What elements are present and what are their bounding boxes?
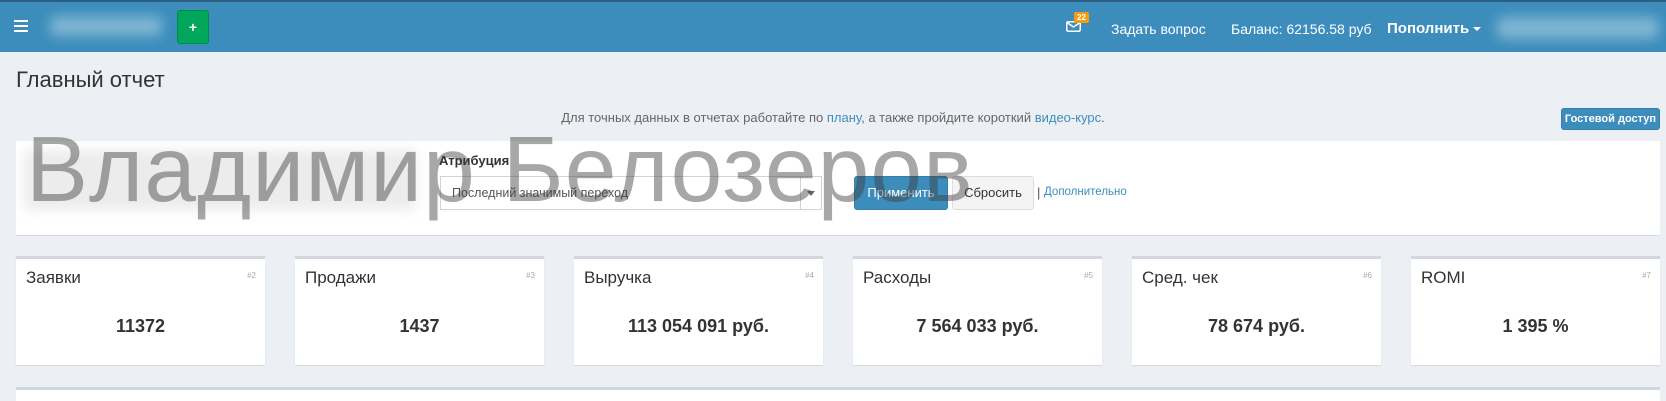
plan-link[interactable]: плану <box>827 110 861 125</box>
card-value: 1 395 % <box>1502 316 1569 336</box>
card-title: Сред. чек <box>1142 268 1218 287</box>
ask-question-link[interactable]: Задать вопрос <box>1111 21 1206 37</box>
caret-down-icon <box>1473 27 1482 32</box>
card-title: Заявки <box>26 268 81 287</box>
stat-card-average-check: Сред. чек #6 78 674 руб. <box>1132 256 1381 365</box>
page-title: Главный отчет <box>16 67 165 92</box>
separator: | <box>1037 185 1041 200</box>
card-title: Продажи <box>305 268 376 287</box>
card-value: 78 674 руб. <box>1208 316 1305 336</box>
card-number: #3 <box>526 271 535 280</box>
card-value: 11372 <box>115 316 166 336</box>
card-number: #4 <box>805 271 814 280</box>
stat-card-expenses: Расходы #5 7 564 033 руб. <box>853 256 1102 365</box>
card-number: #2 <box>247 271 256 280</box>
card-value: 1437 <box>399 316 440 336</box>
date-filter-blurred[interactable] <box>24 150 416 210</box>
stat-card-requests: Заявки #2 11372 <box>16 256 265 365</box>
card-title: Расходы <box>863 268 932 287</box>
user-menu-blurred[interactable] <box>1497 17 1659 39</box>
card-title: Выручка <box>584 268 652 287</box>
info-text-1: Для точных данных в отчетах работайте по <box>561 110 827 125</box>
card-number: #6 <box>1363 271 1372 280</box>
guest-access-button[interactable]: Гостевой доступ <box>1561 108 1660 130</box>
balance-label: Баланс: 62156.58 руб <box>1231 21 1372 37</box>
info-text-3: . <box>1101 110 1105 125</box>
video-course-link[interactable]: видео-курс <box>1035 110 1101 125</box>
attribution-select[interactable]: Последний значимый переход <box>440 176 822 210</box>
logo-blurred <box>50 16 162 36</box>
reset-button[interactable]: Сбросить <box>952 176 1034 210</box>
card-value: 113 054 091 руб. <box>628 316 769 336</box>
stat-card-romi: ROMI #7 1 395 % <box>1411 256 1660 365</box>
card-value: 7 564 033 руб. <box>916 316 1039 336</box>
topup-label: Пополнить <box>1387 20 1470 37</box>
menu-icon[interactable] <box>14 20 28 32</box>
apply-button[interactable]: Применить <box>854 176 948 210</box>
chevron-down-icon[interactable] <box>800 177 821 209</box>
card-number: #5 <box>1084 271 1093 280</box>
info-text-2: , а также пройдите короткий <box>861 110 1035 125</box>
topup-dropdown[interactable]: Пополнить <box>1387 20 1482 37</box>
attribution-value: Последний значимый переход <box>452 186 629 200</box>
info-message: Для точных данных в отчетах работайте по… <box>0 110 1666 125</box>
card-number: #7 <box>1642 271 1651 280</box>
attribution-label: Атрибуция <box>439 153 510 168</box>
stat-card-sales: Продажи #3 1437 <box>295 256 544 365</box>
top-navbar: + 22 Задать вопрос Баланс: 62156.58 руб … <box>0 0 1666 52</box>
next-panel-edge <box>16 387 1660 401</box>
more-options-link[interactable]: Дополнительно <box>1044 186 1127 198</box>
stat-card-revenue: Выручка #4 113 054 091 руб. <box>574 256 823 365</box>
card-title: ROMI <box>1421 268 1466 287</box>
notification-badge: 22 <box>1074 12 1089 23</box>
add-button[interactable]: + <box>177 10 209 44</box>
